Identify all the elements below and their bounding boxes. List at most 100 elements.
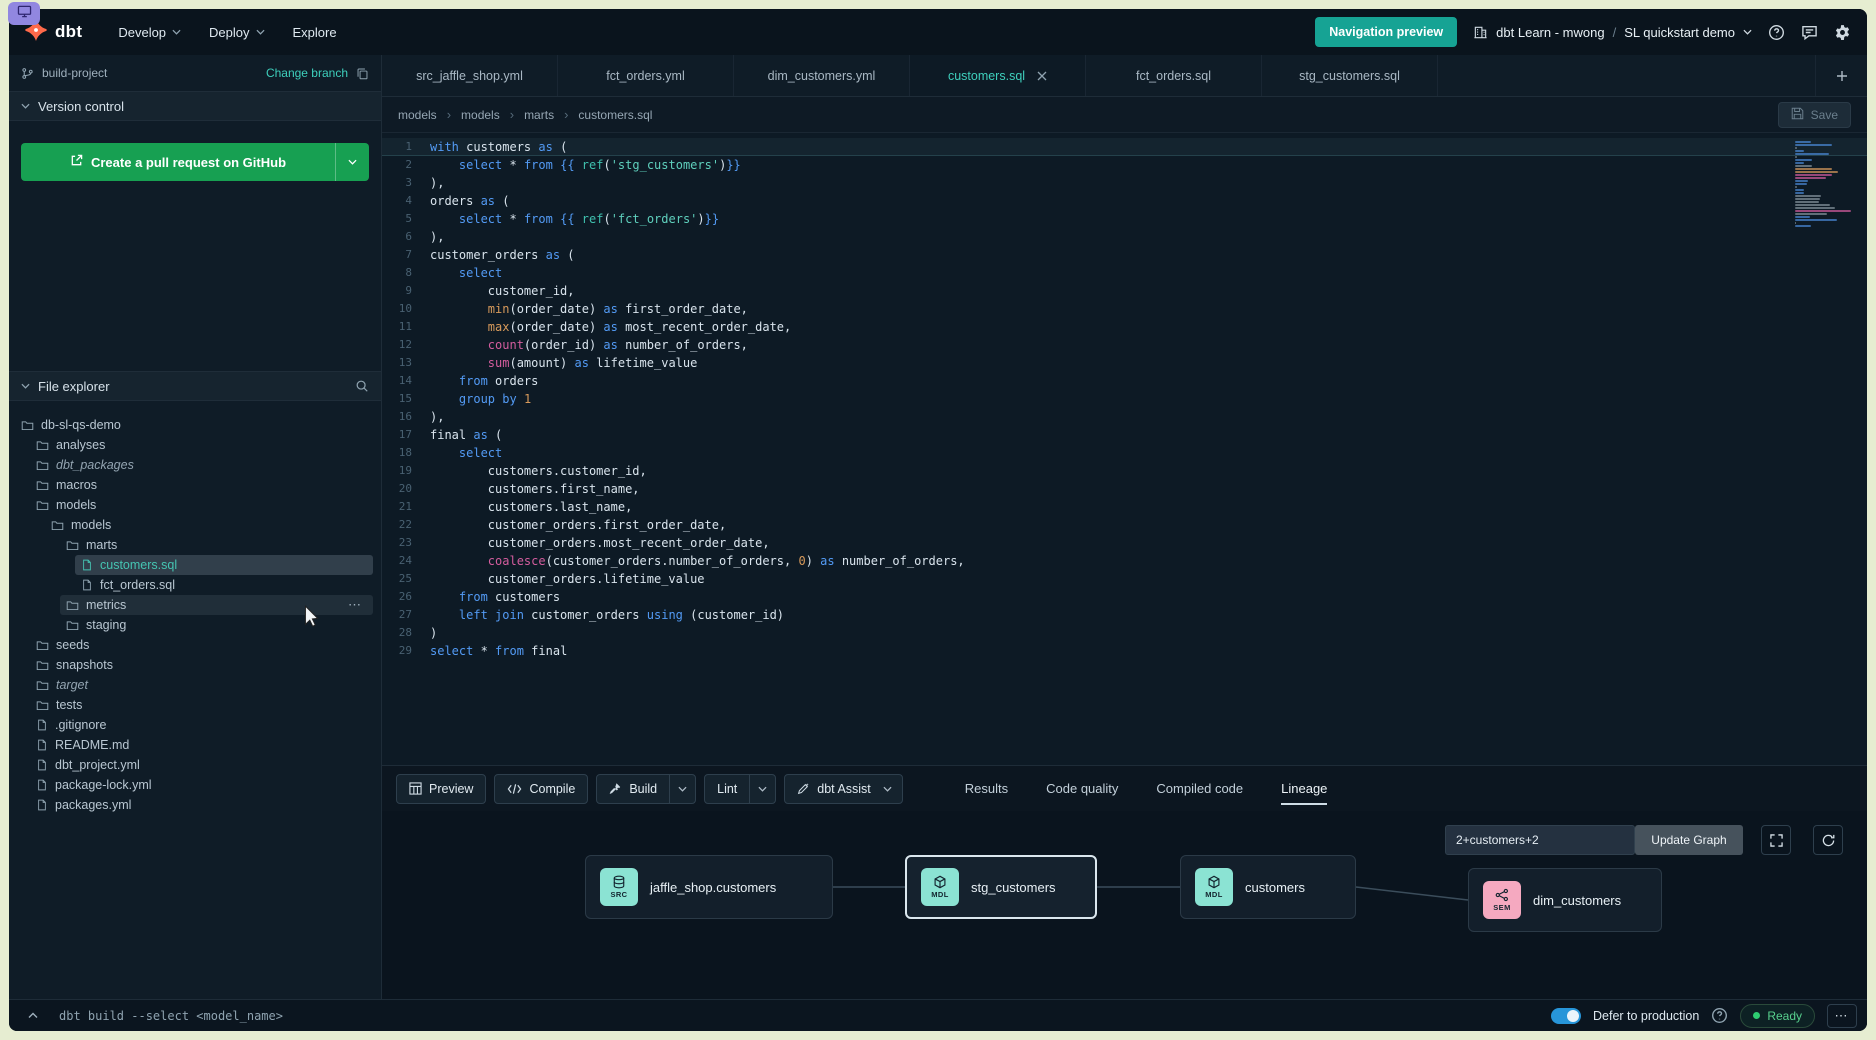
lineage-node-dim-customers[interactable]: SEMdim_customers: [1468, 868, 1662, 932]
account-breadcrumb[interactable]: dbt Learn - mwong / SL quickstart demo: [1473, 25, 1752, 40]
breadcrumb-segment[interactable]: customers.sql: [578, 108, 652, 122]
org-icon: [1473, 25, 1488, 40]
tab-src-jaffle-shop-yml[interactable]: src_jaffle_shop.yml: [382, 55, 558, 96]
cube-icon: MDL: [921, 868, 959, 906]
tree-item-seeds[interactable]: seeds: [30, 635, 373, 655]
help-icon[interactable]: [1768, 24, 1785, 41]
tree-item-dbt-project-yml[interactable]: dbt_project.yml: [30, 755, 373, 775]
line-number: 3: [382, 174, 430, 192]
tree-item-models[interactable]: models: [45, 515, 373, 535]
tree-item-macros[interactable]: macros: [30, 475, 373, 495]
build-button[interactable]: Build: [596, 774, 696, 804]
tree-item-dbt-packages[interactable]: dbt_packages: [30, 455, 373, 475]
tab-stg-customers-sql[interactable]: stg_customers.sql: [1262, 55, 1438, 96]
tab-dim-customers-yml[interactable]: dim_customers.yml: [734, 55, 910, 96]
tree-item-analyses[interactable]: analyses: [30, 435, 373, 455]
menu-label: Deploy: [209, 25, 249, 40]
line-number: 10: [382, 300, 430, 318]
tree-item-customers-sql[interactable]: customers.sql: [75, 555, 373, 575]
search-icon[interactable]: [355, 379, 369, 393]
menu-explore[interactable]: Explore: [283, 19, 347, 46]
copy-icon[interactable]: [356, 67, 369, 80]
save-button[interactable]: Save: [1778, 102, 1851, 128]
line-number: 23: [382, 534, 430, 552]
change-branch-link[interactable]: Change branch: [266, 66, 348, 80]
fullscreen-icon[interactable]: [1761, 825, 1791, 855]
chevron-right-icon: ›: [564, 107, 568, 122]
build-dropdown-chevron[interactable]: [669, 775, 695, 803]
breadcrumb-segment[interactable]: marts: [524, 108, 554, 122]
tree-item-db-sl-qs-demo[interactable]: db-sl-qs-demo: [15, 415, 373, 435]
tab-customers-sql[interactable]: customers.sql: [910, 55, 1086, 96]
update-graph-button[interactable]: Update Graph: [1635, 825, 1743, 855]
minimap[interactable]: [1795, 141, 1853, 227]
gear-icon[interactable]: [1834, 24, 1851, 41]
more-options-icon[interactable]: ⋯: [348, 597, 373, 613]
tab-fct-orders-yml[interactable]: fct_orders.yml: [558, 55, 734, 96]
statusbar-right: Defer to production Ready ⋯: [1551, 1004, 1857, 1028]
tree-item-target[interactable]: target: [30, 675, 373, 695]
chat-icon[interactable]: [1801, 24, 1818, 41]
tree-item-snapshots[interactable]: snapshots: [30, 655, 373, 675]
code-text: customer_orders.first_order_date,: [430, 516, 726, 534]
lint-dropdown-chevron[interactable]: [749, 775, 775, 803]
tree-item-packages-yml[interactable]: packages.yml: [30, 795, 373, 815]
panel-tab-lineage[interactable]: Lineage: [1281, 766, 1327, 811]
tree-item-staging[interactable]: staging: [60, 615, 373, 635]
version-control-header[interactable]: Version control: [9, 91, 381, 121]
navigation-preview-button[interactable]: Navigation preview: [1315, 17, 1457, 47]
line-number: 7: [382, 246, 430, 264]
code-editor[interactable]: 1with customers as (2 select * from {{ r…: [382, 133, 1867, 765]
preview-button[interactable]: Preview: [396, 774, 486, 804]
pr-dropdown-chevron[interactable]: [335, 143, 369, 181]
refresh-icon[interactable]: [1813, 825, 1843, 855]
file-explorer-header[interactable]: File explorer: [9, 371, 381, 401]
external-link-icon: [70, 154, 83, 170]
new-tab-button[interactable]: [1815, 55, 1867, 96]
defer-label: Defer to production: [1593, 1009, 1699, 1023]
minimap-line: [1795, 219, 1837, 221]
tree-item-tests[interactable]: tests: [30, 695, 373, 715]
tree-item-package-lock-yml[interactable]: package-lock.yml: [30, 775, 373, 795]
tree-item-gitignore[interactable]: .gitignore: [30, 715, 373, 735]
tree-item-label: metrics: [86, 598, 126, 612]
close-icon[interactable]: [1037, 71, 1047, 81]
folder-icon: [66, 539, 79, 552]
defer-help-icon[interactable]: [1711, 1007, 1728, 1024]
chevron-right-icon: ›: [510, 107, 514, 122]
lineage-panel: Update Graph SRCjaffle_shop.customers MDL…: [382, 811, 1867, 999]
lint-button[interactable]: Lint: [704, 774, 776, 804]
lineage-node-stg-customers[interactable]: MDLstg_customers: [905, 855, 1097, 919]
expand-panel-button[interactable]: [19, 1004, 47, 1028]
panel-tab-compiled-code[interactable]: Compiled code: [1156, 766, 1243, 811]
panel-tab-code-quality[interactable]: Code quality: [1046, 766, 1118, 811]
menu-develop[interactable]: Develop: [108, 19, 191, 46]
code-text: with customers as (: [430, 138, 567, 156]
create-pr-button[interactable]: Create a pull request on GitHub: [21, 143, 369, 181]
lineage-node-jaffle-shop-customers[interactable]: SRCjaffle_shop.customers: [585, 855, 833, 919]
tab-fct-orders-sql[interactable]: fct_orders.sql: [1086, 55, 1262, 96]
tree-item-fct-orders-sql[interactable]: fct_orders.sql: [75, 575, 373, 595]
lineage-search-input[interactable]: [1445, 825, 1635, 855]
code-text: max(order_date) as most_recent_order_dat…: [430, 318, 791, 336]
menu-deploy[interactable]: Deploy: [199, 19, 274, 46]
lineage-node-customers[interactable]: MDLcustomers: [1180, 855, 1356, 919]
breadcrumb-segment[interactable]: models: [398, 108, 437, 122]
tree-item-marts[interactable]: marts: [60, 535, 373, 555]
status-badge[interactable]: Ready: [1740, 1004, 1815, 1028]
tree-item-label: customers.sql: [100, 558, 177, 572]
tree-item-metrics[interactable]: metrics ⋯: [60, 595, 373, 615]
defer-toggle[interactable]: [1551, 1008, 1581, 1024]
breadcrumb-segment[interactable]: models: [461, 108, 500, 122]
panel-tab-results[interactable]: Results: [965, 766, 1008, 811]
more-options-button[interactable]: ⋯: [1827, 1004, 1857, 1028]
tree-item-label: db-sl-qs-demo: [41, 418, 121, 432]
file-icon: [36, 739, 48, 751]
compile-button[interactable]: Compile: [494, 774, 588, 804]
minimap-line: [1795, 201, 1819, 203]
command-input[interactable]: dbt build --select <model_name>: [59, 1009, 283, 1023]
tree-item-models[interactable]: models: [30, 495, 373, 515]
tree-item-label: macros: [56, 478, 97, 492]
tree-item-readme-md[interactable]: README.md: [30, 735, 373, 755]
dbt-assist-button[interactable]: dbt Assist: [784, 774, 903, 804]
